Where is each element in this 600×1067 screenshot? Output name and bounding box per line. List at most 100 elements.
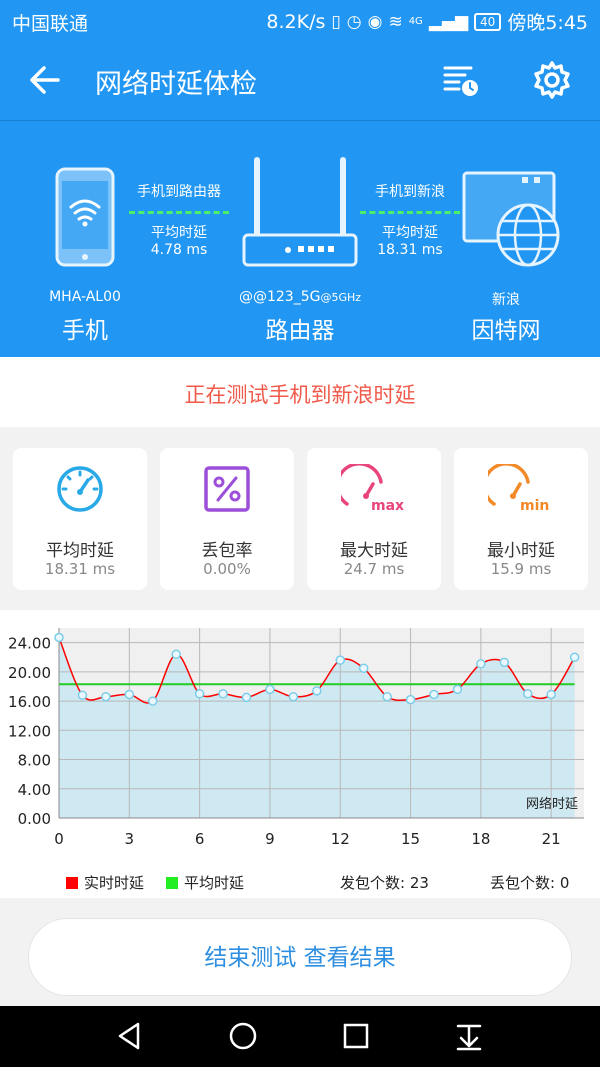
realtime-point-10	[288, 691, 299, 702]
router-icon	[240, 155, 360, 277]
stat-card-max: max 最大时延 24.7 ms	[307, 448, 441, 590]
finish-test-button[interactable]: 结束测试 查看结果	[28, 918, 572, 996]
link-phone-router: 手机到路由器 平均时延 4.78 ms	[124, 181, 234, 258]
stat-max-value: 24.7 ms	[343, 560, 405, 578]
stat-loss-value: 0.00%	[203, 560, 251, 578]
legend-average-label: 平均时延	[184, 874, 245, 892]
realtime-point-18	[476, 659, 486, 669]
internet-target: 新浪	[492, 292, 520, 308]
x-tick-label: 18	[471, 830, 490, 848]
phone-icon	[55, 167, 115, 271]
realtime-point-0	[54, 632, 64, 643]
nav-back-icon[interactable]	[114, 1020, 146, 1052]
router-label: 路由器	[265, 318, 335, 344]
stat-card-average: 平均时延 18.31 ms	[13, 448, 147, 590]
link-phone-router-avg-label: 平均时延	[151, 225, 207, 241]
x-tick-label: 15	[401, 830, 420, 848]
network-topology: MHA-AL00 手机 手机到路由器 平均时延 4.78 ms @@123_5G…	[0, 120, 600, 357]
vibrate-icon: ▯	[331, 11, 341, 32]
packets-sent: 发包个数: 23	[340, 874, 429, 892]
legend-average: 平均时延	[166, 872, 244, 893]
y-tick-label: 20.00	[8, 664, 51, 682]
latency-chart-svg: 0.00 4.00 8.00 12.00 16.00 20.00 24.00 0 3 6 9 12 15…	[8, 628, 584, 848]
realtime-point-12	[335, 655, 345, 665]
legend-realtime: 实时时延	[66, 872, 144, 893]
eye-icon: ◉	[367, 11, 383, 32]
realtime-point-20	[523, 689, 533, 699]
stats-cards: 平均时延 18.31 ms 丢包率 0.00% max 最大时延 24.7 ms	[0, 428, 600, 608]
page-title: 网络时延体检	[95, 69, 257, 100]
link-phone-internet: 手机到新浪 平均时延 18.31 ms	[355, 181, 465, 258]
realtime-point-16	[429, 689, 439, 700]
svg-text:min: min	[520, 498, 549, 514]
packets-lost: 丢包个数: 0	[490, 874, 570, 892]
link-phone-internet-avg-label: 平均时延	[382, 225, 438, 241]
internet-globe-icon	[462, 171, 562, 275]
speedometer-icon	[55, 464, 105, 514]
chart-inner-label: 网络时延	[526, 796, 578, 812]
network-speed: 8.2K/s	[266, 10, 326, 33]
x-tick-label: 3	[125, 830, 135, 848]
clock: 傍晚5:45	[507, 12, 588, 34]
phone-label: 手机	[62, 318, 108, 344]
router-band: @5GHz	[320, 291, 362, 304]
nav-notification-icon[interactable]	[453, 1020, 485, 1052]
nav-recent-icon[interactable]	[340, 1020, 372, 1052]
link-phone-internet-label: 手机到新浪	[375, 184, 445, 200]
stat-max-label: 最大时延	[340, 541, 408, 561]
realtime-point-3	[124, 689, 135, 700]
realtime-point-8	[241, 692, 252, 703]
latency-chart: 0.00 4.00 8.00 12.00 16.00 20.00 24.00 0 3 6 9 12 15…	[0, 610, 600, 898]
system-nav-bar	[0, 1006, 600, 1067]
gauge-max-icon: max	[335, 462, 407, 514]
realtime-point-2	[101, 691, 111, 702]
stat-average-label: 平均时延	[46, 541, 114, 561]
realtime-point-7	[218, 689, 228, 699]
stat-card-loss: 丢包率 0.00%	[160, 448, 294, 590]
x-tick-label: 21	[542, 830, 561, 848]
realtime-point-5	[171, 649, 181, 660]
link-phone-router-label: 手机到路由器	[137, 184, 221, 200]
signal-icon: ▂▄▆	[428, 11, 469, 32]
x-tick-label: 12	[331, 830, 350, 848]
phone-model: MHA-AL00	[49, 289, 121, 305]
svg-text:max: max	[371, 498, 404, 514]
network-type-badge: 4G	[408, 16, 423, 27]
realtime-point-21	[546, 689, 556, 700]
x-tick-label: 0	[54, 830, 64, 848]
y-tick-label: 12.00	[8, 722, 51, 740]
router-ssid-text: @@123_5G	[238, 289, 321, 305]
realtime-point-15	[405, 694, 416, 705]
link-phone-internet-value: 18.31 ms	[377, 242, 443, 258]
alarm-icon: ◷	[346, 11, 362, 32]
finish-area: 结束测试 查看结果	[0, 898, 600, 1006]
link-phone-internet-line	[360, 211, 460, 214]
gauge-min-icon: min	[482, 462, 554, 514]
stat-average-value: 18.31 ms	[44, 560, 116, 578]
x-tick-label: 9	[265, 830, 275, 848]
wifi-icon: ≋	[388, 11, 403, 32]
toolbar: 网络时延体检	[0, 40, 600, 120]
stat-min-value: 15.9 ms	[490, 560, 552, 578]
legend-average-swatch	[166, 876, 178, 889]
realtime-point-11	[312, 686, 322, 696]
realtime-point-14	[382, 691, 392, 702]
status-bar: 中国联通 8.2K/s ▯ ◷ ◉ ≋ 4G ▂▄▆ 40 傍晚5:45	[0, 0, 600, 40]
history-list-icon[interactable]	[438, 58, 482, 102]
realtime-point-13	[358, 663, 369, 673]
legend-realtime-label: 实时时延	[84, 874, 145, 892]
realtime-point-6	[194, 689, 205, 699]
legend-realtime-swatch	[66, 876, 78, 889]
arrow-left-icon[interactable]	[24, 58, 68, 102]
y-tick-label: 24.00	[8, 635, 51, 653]
current-test-text: 正在测试手机到新浪时延	[184, 383, 416, 407]
nav-home-icon[interactable]	[227, 1020, 259, 1052]
battery-icon: 40	[474, 12, 502, 31]
realtime-point-4	[148, 696, 158, 706]
link-phone-router-value: 4.78 ms	[150, 242, 208, 258]
y-tick-label: 8.00	[18, 752, 51, 770]
gear-icon[interactable]	[530, 58, 574, 102]
current-test-banner: 正在测试手机到新浪时延	[0, 357, 600, 427]
realtime-point-1	[77, 690, 88, 700]
realtime-point-19	[499, 657, 510, 668]
